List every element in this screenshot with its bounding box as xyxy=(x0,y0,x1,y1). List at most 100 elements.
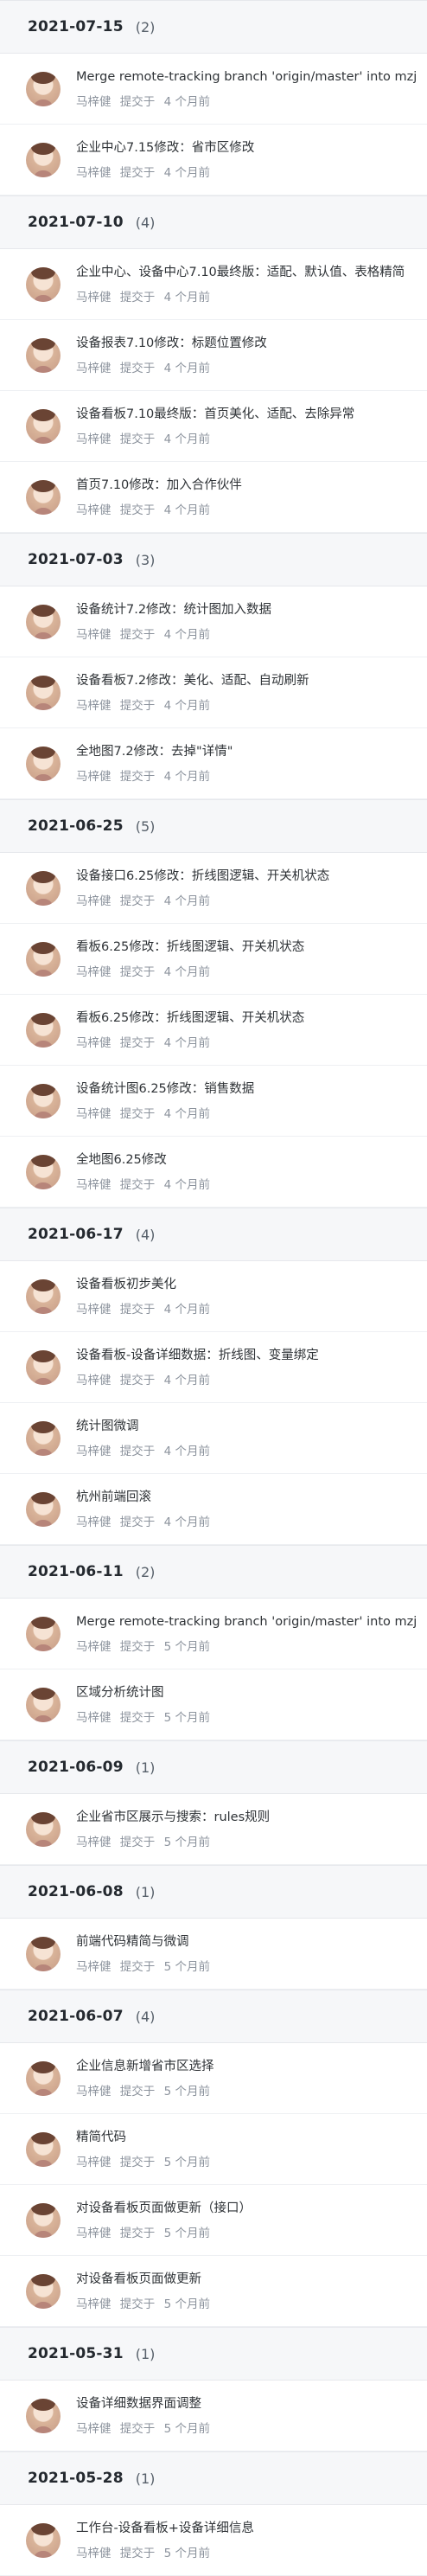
commit-author[interactable]: 马梓健 xyxy=(76,770,112,784)
commit-item[interactable]: 企业中心、设备中心7.10最终版：适配、默认值、表格精简 马梓健 提交于 4 个… xyxy=(0,249,427,320)
commit-author[interactable]: 马梓健 xyxy=(76,2227,112,2240)
commit-message-link[interactable]: 企业信息新增省市区选择 xyxy=(76,2058,214,2075)
commit-message-link[interactable]: 看板6.25修改：折线图逻辑、开关机状态 xyxy=(76,1009,304,1027)
commit-item[interactable]: 设备详细数据界面调整 马梓健 提交于 5 个月前 xyxy=(0,2381,427,2451)
commit-item[interactable]: 设备看板7.10最终版：首页美化、适配、去除异常 马梓健 提交于 4 个月前 xyxy=(0,391,427,462)
commit-message-link[interactable]: Merge remote-tracking branch 'origin/mas… xyxy=(76,68,417,86)
commit-author[interactable]: 马梓健 xyxy=(76,965,112,979)
commit-message-link[interactable]: Merge remote-tracking branch 'origin/mas… xyxy=(76,1613,417,1631)
author-avatar[interactable] xyxy=(26,941,61,977)
commit-author[interactable]: 马梓健 xyxy=(76,2085,112,2099)
commit-item[interactable]: 设备看板初步美化 马梓健 提交于 4 个月前 xyxy=(0,1261,427,1332)
commit-author[interactable]: 马梓健 xyxy=(76,291,112,304)
commit-message-link[interactable]: 前端代码精简与微调 xyxy=(76,1933,210,1951)
commit-item[interactable]: 看板6.25修改：折线图逻辑、开关机状态 马梓健 提交于 4 个月前 xyxy=(0,995,427,1066)
commit-item[interactable]: Merge remote-tracking branch 'origin/mas… xyxy=(0,1599,427,1669)
author-avatar[interactable] xyxy=(26,337,61,373)
commit-item[interactable]: 企业省市区展示与搜索：rules规则 马梓健 提交于 5 个月前 xyxy=(0,1794,427,1865)
commit-message-link[interactable]: 设备详细数据界面调整 xyxy=(76,2395,210,2413)
commit-author[interactable]: 马梓健 xyxy=(76,1107,112,1121)
author-avatar[interactable] xyxy=(26,1687,61,1722)
author-avatar[interactable] xyxy=(26,2522,61,2558)
commit-message-link[interactable]: 全地图7.2修改：去掉"详情" xyxy=(76,743,233,760)
commit-author[interactable]: 马梓健 xyxy=(76,1374,112,1387)
commit-author[interactable]: 马梓健 xyxy=(76,1640,112,1654)
author-avatar[interactable] xyxy=(26,604,61,639)
author-avatar[interactable] xyxy=(26,71,61,106)
author-avatar[interactable] xyxy=(26,1491,61,1527)
commit-author[interactable]: 马梓健 xyxy=(76,503,112,517)
author-avatar[interactable] xyxy=(26,1811,61,1847)
commit-author[interactable]: 马梓健 xyxy=(76,1303,112,1317)
commit-message-link[interactable]: 对设备看板页面做更新（接口） xyxy=(76,2200,252,2217)
commit-item[interactable]: 统计图微调 马梓健 提交于 4 个月前 xyxy=(0,1403,427,1474)
commit-item[interactable]: 工作台-设备看板+设备详细信息 马梓健 提交于 5 个月前 xyxy=(0,2505,427,2576)
commit-author[interactable]: 马梓健 xyxy=(76,1711,112,1725)
commit-author[interactable]: 马梓健 xyxy=(76,2422,112,2436)
commit-author[interactable]: 马梓健 xyxy=(76,166,112,180)
commit-item[interactable]: 设备看板7.2修改：美化、适配、自动刷新 马梓健 提交于 4 个月前 xyxy=(0,657,427,728)
commit-message-link[interactable]: 设备接口6.25修改：折线图逻辑、开关机状态 xyxy=(76,868,329,885)
commit-author[interactable]: 马梓健 xyxy=(76,894,112,908)
commit-author[interactable]: 马梓健 xyxy=(76,2297,112,2311)
commit-author[interactable]: 马梓健 xyxy=(76,2547,112,2560)
author-avatar[interactable] xyxy=(26,2131,61,2167)
author-avatar[interactable] xyxy=(26,266,61,302)
commit-item[interactable]: 首页7.10修改：加入合作伙伴 马梓健 提交于 4 个月前 xyxy=(0,462,427,533)
author-avatar[interactable] xyxy=(26,1012,61,1048)
commit-message-link[interactable]: 设备看板7.2修改：美化、适配、自动刷新 xyxy=(76,672,309,689)
commit-message-link[interactable]: 杭州前端回滚 xyxy=(76,1489,210,1506)
author-avatar[interactable] xyxy=(26,408,61,444)
commit-item[interactable]: 设备统计图6.25修改：销售数据 马梓健 提交于 4 个月前 xyxy=(0,1066,427,1137)
author-avatar[interactable] xyxy=(26,1349,61,1385)
author-avatar[interactable] xyxy=(26,870,61,906)
commit-item[interactable]: 企业信息新增省市区选择 马梓健 提交于 5 个月前 xyxy=(0,2043,427,2114)
commit-item[interactable]: 前端代码精简与微调 马梓健 提交于 5 个月前 xyxy=(0,1919,427,1990)
commit-item[interactable]: 全地图7.2修改：去掉"详情" 马梓健 提交于 4 个月前 xyxy=(0,728,427,799)
commit-item[interactable]: 设备看板-设备详细数据：折线图、变量绑定 马梓健 提交于 4 个月前 xyxy=(0,1332,427,1403)
commit-item[interactable]: 看板6.25修改：折线图逻辑、开关机状态 马梓健 提交于 4 个月前 xyxy=(0,924,427,995)
commit-message-link[interactable]: 对设备看板页面做更新 xyxy=(76,2271,210,2288)
author-avatar[interactable] xyxy=(26,1083,61,1118)
commit-message-link[interactable]: 工作台-设备看板+设备详细信息 xyxy=(76,2520,254,2537)
commit-message-link[interactable]: 设备看板-设备详细数据：折线图、变量绑定 xyxy=(76,1347,319,1364)
author-avatar[interactable] xyxy=(26,1278,61,1314)
commit-item[interactable]: 企业中心7.15修改：省市区修改 马梓健 提交于 4 个月前 xyxy=(0,125,427,195)
commit-item[interactable]: 精简代码 马梓健 提交于 5 个月前 xyxy=(0,2114,427,2185)
commit-item[interactable]: 设备接口6.25修改：折线图逻辑、开关机状态 马梓健 提交于 4 个月前 xyxy=(0,853,427,924)
author-avatar[interactable] xyxy=(26,142,61,177)
author-avatar[interactable] xyxy=(26,2273,61,2309)
commit-message-link[interactable]: 设备看板初步美化 xyxy=(76,1276,210,1293)
author-avatar[interactable] xyxy=(26,2202,61,2238)
commit-message-link[interactable]: 首页7.10修改：加入合作伙伴 xyxy=(76,477,242,494)
commit-author[interactable]: 马梓健 xyxy=(76,628,112,642)
commit-item[interactable]: 对设备看板页面做更新（接口） 马梓健 提交于 5 个月前 xyxy=(0,2185,427,2256)
commit-author[interactable]: 马梓健 xyxy=(76,362,112,375)
commit-item[interactable]: 区域分析统计图 马梓健 提交于 5 个月前 xyxy=(0,1669,427,1740)
commit-message-link[interactable]: 设备统计图6.25修改：销售数据 xyxy=(76,1080,254,1098)
commit-item[interactable]: 设备统计7.2修改：统计图加入数据 马梓健 提交于 4 个月前 xyxy=(0,586,427,657)
commit-message-link[interactable]: 看板6.25修改：折线图逻辑、开关机状态 xyxy=(76,939,304,956)
commit-author[interactable]: 马梓健 xyxy=(76,95,112,109)
commit-message-link[interactable]: 设备看板7.10最终版：首页美化、适配、去除异常 xyxy=(76,406,354,423)
commit-message-link[interactable]: 企业中心、设备中心7.10最终版：适配、默认值、表格精简 xyxy=(76,264,405,281)
commit-author[interactable]: 马梓健 xyxy=(76,1178,112,1192)
author-avatar[interactable] xyxy=(26,2060,61,2096)
commit-item[interactable]: 对设备看板页面做更新 马梓健 提交于 5 个月前 xyxy=(0,2256,427,2327)
commit-author[interactable]: 马梓健 xyxy=(76,1515,112,1529)
commit-message-link[interactable]: 企业省市区展示与搜索：rules规则 xyxy=(76,1809,270,1826)
author-avatar[interactable] xyxy=(26,746,61,781)
commit-author[interactable]: 马梓健 xyxy=(76,433,112,446)
commit-author[interactable]: 马梓健 xyxy=(76,699,112,713)
author-avatar[interactable] xyxy=(26,1154,61,1189)
commit-message-link[interactable]: 设备统计7.2修改：统计图加入数据 xyxy=(76,601,271,618)
author-avatar[interactable] xyxy=(26,479,61,515)
commit-item[interactable]: Merge remote-tracking branch 'origin/mas… xyxy=(0,54,427,125)
author-avatar[interactable] xyxy=(26,1420,61,1456)
commit-message-link[interactable]: 统计图微调 xyxy=(76,1418,210,1435)
author-avatar[interactable] xyxy=(26,1616,61,1651)
author-avatar[interactable] xyxy=(26,1936,61,1971)
commit-item[interactable]: 设备报表7.10修改：标题位置修改 马梓健 提交于 4 个月前 xyxy=(0,320,427,391)
author-avatar[interactable] xyxy=(26,2398,61,2433)
commit-message-link[interactable]: 精简代码 xyxy=(76,2129,210,2146)
